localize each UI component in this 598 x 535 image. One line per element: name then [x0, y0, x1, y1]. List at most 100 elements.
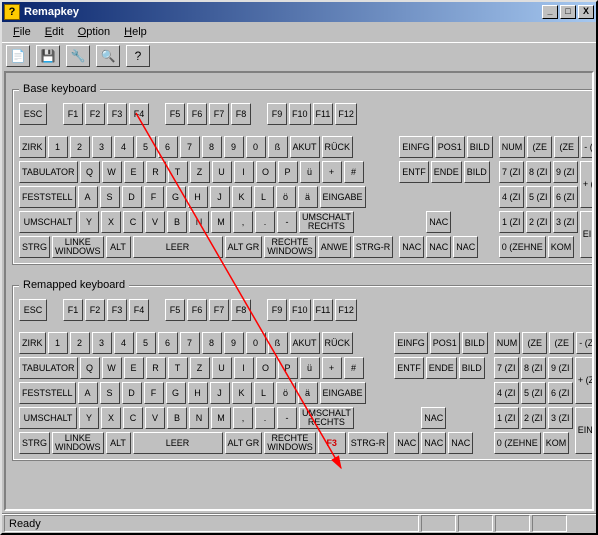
- key-1[interactable]: 1: [48, 136, 68, 158]
- key-umschalt[interactable]: UMSCHALT: [19, 211, 77, 233]
- menu-help[interactable]: Help: [117, 24, 154, 40]
- key-y[interactable]: Y: [79, 407, 99, 429]
- key-bild[interactable]: BILD: [459, 357, 485, 379]
- key-f3[interactable]: F3: [318, 432, 346, 454]
- key-7[interactable]: 7: [180, 136, 200, 158]
- key-f11[interactable]: F11: [313, 103, 334, 125]
- minimize-button[interactable]: _: [542, 5, 558, 19]
- key-entf[interactable]: ENTF: [394, 357, 424, 379]
- key-8-zi[interactable]: 8 (ZI: [526, 161, 551, 183]
- key-5[interactable]: 5: [136, 136, 156, 158]
- key-o[interactable]: O: [256, 161, 276, 183]
- key-h[interactable]: H: [188, 186, 208, 208]
- key-strg[interactable]: STRG: [19, 236, 50, 258]
- key-9-zi[interactable]: 9 (ZI: [548, 357, 573, 379]
- key-zi[interactable]: + (ZI: [575, 357, 594, 404]
- key-t[interactable]: T: [168, 357, 188, 379]
- key-2-zi[interactable]: 2 (ZI: [526, 211, 551, 233]
- key-1-zi[interactable]: 1 (ZI: [494, 407, 519, 429]
- key-9[interactable]: 9: [224, 136, 244, 158]
- key-pos1[interactable]: POS1: [430, 332, 460, 354]
- key-3[interactable]: 3: [92, 332, 112, 354]
- key-ze[interactable]: (ZE: [527, 136, 552, 158]
- key-0[interactable]: 0: [246, 332, 266, 354]
- key-bild[interactable]: BILD: [464, 161, 490, 183]
- key-p[interactable]: P: [278, 161, 298, 183]
- key-1[interactable]: 1: [48, 332, 68, 354]
- key-5-zi[interactable]: 5 (ZI: [526, 186, 551, 208]
- key-[interactable]: ö: [276, 382, 296, 404]
- key-6[interactable]: 6: [158, 332, 178, 354]
- key-x[interactable]: X: [101, 407, 121, 429]
- key-f12[interactable]: F12: [335, 103, 357, 125]
- key-[interactable]: .: [255, 211, 275, 233]
- key-f8[interactable]: F8: [231, 299, 251, 321]
- key-feststell[interactable]: FESTSTELL: [19, 382, 76, 404]
- key-k[interactable]: K: [232, 186, 252, 208]
- key-r[interactable]: R: [146, 357, 166, 379]
- key-4-zi[interactable]: 4 (ZI: [499, 186, 524, 208]
- key-f1[interactable]: F1: [63, 103, 83, 125]
- key-umschalt[interactable]: UMSCHALT: [19, 407, 77, 429]
- key-4[interactable]: 4: [114, 136, 134, 158]
- key-strg-r[interactable]: STRG-R: [348, 432, 389, 454]
- key-i[interactable]: I: [234, 161, 254, 183]
- key-[interactable]: .: [255, 407, 275, 429]
- key-[interactable]: #: [344, 161, 364, 183]
- key-x[interactable]: X: [101, 211, 121, 233]
- key-f6[interactable]: F6: [187, 299, 207, 321]
- key-v[interactable]: V: [145, 211, 165, 233]
- key-5-zi[interactable]: 5 (ZI: [521, 382, 546, 404]
- key-p[interactable]: P: [278, 357, 298, 379]
- key-anwe[interactable]: ANWE: [318, 236, 351, 258]
- key-nac[interactable]: NAC: [453, 236, 478, 258]
- key-ze[interactable]: - (ZE: [581, 136, 594, 158]
- key-d[interactable]: D: [122, 186, 142, 208]
- key-h[interactable]: H: [188, 382, 208, 404]
- key-ze[interactable]: (ZE: [554, 136, 579, 158]
- key-t[interactable]: T: [168, 161, 188, 183]
- key-f9[interactable]: F9: [267, 299, 287, 321]
- key-[interactable]: -: [277, 211, 297, 233]
- key-m[interactable]: M: [211, 407, 231, 429]
- key-k[interactable]: K: [232, 382, 252, 404]
- key-s[interactable]: S: [100, 186, 120, 208]
- key-a[interactable]: A: [78, 382, 98, 404]
- key-w[interactable]: W: [102, 161, 122, 183]
- key-alt-gr[interactable]: ALT GR: [225, 432, 263, 454]
- key-v[interactable]: V: [145, 407, 165, 429]
- key-nac[interactable]: NAC: [421, 407, 446, 429]
- key-0-zehne[interactable]: 0 (ZEHNE: [494, 432, 541, 454]
- key-f2[interactable]: F2: [85, 299, 105, 321]
- key-9-zi[interactable]: 9 (ZI: [553, 161, 578, 183]
- key-ze[interactable]: (ZE: [549, 332, 574, 354]
- key-num[interactable]: NUM: [499, 136, 526, 158]
- key-4[interactable]: 4: [114, 332, 134, 354]
- key-[interactable]: ä: [298, 186, 318, 208]
- key-2[interactable]: 2: [70, 136, 90, 158]
- key-i[interactable]: I: [234, 357, 254, 379]
- key-alt[interactable]: ALT: [106, 236, 131, 258]
- key-rechte-windows[interactable]: RECHTE WINDOWS: [264, 236, 316, 258]
- key-m[interactable]: M: [211, 211, 231, 233]
- key-f7[interactable]: F7: [209, 299, 229, 321]
- key-[interactable]: ,: [233, 211, 253, 233]
- key-l[interactable]: L: [254, 186, 274, 208]
- key-entf[interactable]: ENTF: [399, 161, 429, 183]
- key-umschalt-rechts[interactable]: UMSCHALT RECHTS: [299, 211, 354, 233]
- key-alt[interactable]: ALT: [106, 432, 131, 454]
- key-f11[interactable]: F11: [313, 299, 334, 321]
- key-esc[interactable]: ESC: [19, 103, 47, 125]
- key-9[interactable]: 9: [224, 332, 244, 354]
- key-n[interactable]: N: [189, 407, 209, 429]
- key-ende[interactable]: ENDE: [426, 357, 457, 379]
- key-8[interactable]: 8: [202, 136, 222, 158]
- key-6-zi[interactable]: 6 (ZI: [548, 382, 573, 404]
- key-f5[interactable]: F5: [165, 103, 185, 125]
- key-eingabe[interactable]: EINGABE: [320, 382, 366, 404]
- key-6[interactable]: 6: [158, 136, 178, 158]
- key-s[interactable]: S: [100, 382, 120, 404]
- key-nac[interactable]: NAC: [421, 432, 446, 454]
- toolbar-button-3[interactable]: 🔧: [66, 45, 90, 67]
- key-4-zi[interactable]: 4 (ZI: [494, 382, 519, 404]
